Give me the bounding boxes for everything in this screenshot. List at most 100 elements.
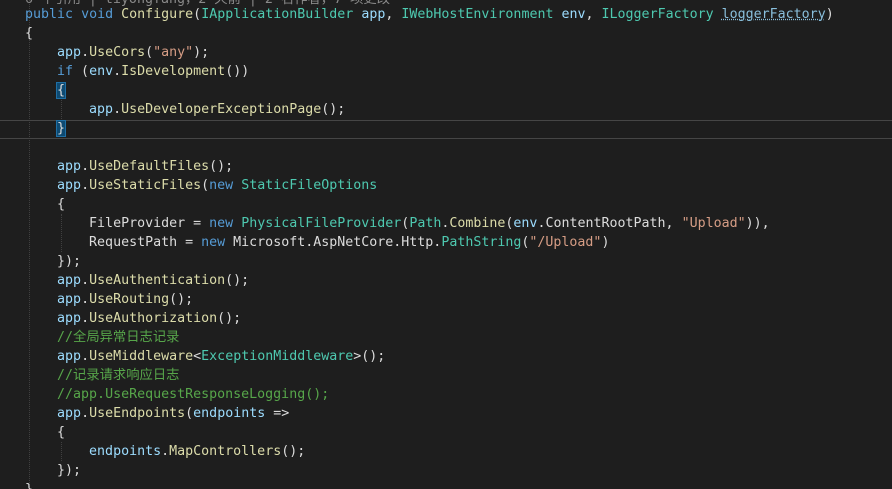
- code-token: UseEndpoints: [89, 406, 186, 421]
- code-line[interactable]: app.UseStaticFiles(new StaticFileOptions: [25, 176, 377, 195]
- code-line[interactable]: {: [25, 81, 67, 100]
- code-token: });: [25, 463, 82, 478]
- code-token: (: [185, 406, 194, 421]
- code-token: UseRouting: [89, 292, 170, 307]
- code-token: void: [81, 7, 114, 22]
- code-token: //app.UseRequestResponseLogging();: [57, 387, 330, 402]
- code-token: ILoggerFactory: [601, 7, 714, 22]
- code-token: UseDeveloperExceptionPage: [121, 102, 322, 117]
- code-token: .ContentRootPath,: [537, 216, 682, 231]
- code-token: app: [57, 178, 82, 193]
- code-line[interactable]: //全局异常日志记录: [25, 328, 179, 347]
- code-token: UseDefaultFiles: [89, 159, 210, 174]
- code-token: IsDevelopment: [121, 64, 226, 79]
- code-token: .: [113, 64, 122, 79]
- code-token: app: [57, 311, 82, 326]
- code-token: .: [113, 102, 122, 117]
- code-token: .: [81, 311, 90, 326]
- code-token: Path: [409, 216, 442, 231]
- code-token: UseStaticFiles: [89, 178, 202, 193]
- code-line[interactable]: app.UseEndpoints(endpoints =>: [25, 404, 289, 423]
- code-token: )),: [745, 216, 770, 231]
- code-token: <: [193, 349, 202, 364]
- code-token: app: [361, 7, 386, 22]
- code-line[interactable]: app.UseAuthorization();: [25, 309, 241, 328]
- code-token: app: [57, 406, 82, 421]
- code-line[interactable]: //app.UseRequestResponseLogging();: [25, 385, 329, 404]
- code-token: (: [201, 178, 210, 193]
- code-token: Combine: [449, 216, 506, 231]
- code-token: UseCors: [89, 45, 146, 60]
- code-line[interactable]: {: [25, 24, 33, 43]
- code-token: ): [601, 235, 610, 250]
- code-line[interactable]: app.UseAuthentication();: [25, 271, 249, 290]
- code-token: (: [193, 7, 202, 22]
- code-token: "Upload": [681, 216, 746, 231]
- code-token: .: [81, 273, 90, 288]
- code-line[interactable]: });: [25, 252, 81, 271]
- code-token: env: [89, 64, 114, 79]
- code-line[interactable]: endpoints.MapControllers();: [25, 442, 305, 461]
- code-token: MapControllers: [169, 444, 282, 459]
- code-token: ): [825, 7, 834, 22]
- code-line[interactable]: //记录请求响应日志: [25, 366, 179, 385]
- code-token: ,: [385, 7, 402, 22]
- code-line[interactable]: });: [25, 461, 81, 480]
- code-token: ();: [321, 102, 346, 117]
- code-line[interactable]: app.UseCors("any");: [25, 43, 209, 62]
- code-line[interactable]: app.UseDefaultFiles();: [25, 157, 233, 176]
- code-token: ();: [209, 159, 234, 174]
- code-editor[interactable]: 6 个引用 | tiyongfang，2 天前 | 2 名作者，7 项更改 pu…: [0, 0, 892, 489]
- code-token: }: [25, 482, 33, 489]
- code-line[interactable]: }: [25, 119, 67, 138]
- code-line[interactable]: {: [25, 195, 65, 214]
- code-token: ExceptionMiddleware: [201, 349, 354, 364]
- code-line[interactable]: FileProvider = new PhysicalFileProvider(…: [25, 214, 770, 233]
- code-token: ();: [225, 273, 250, 288]
- code-token: endpoints: [193, 406, 266, 421]
- code-token: if: [57, 64, 74, 79]
- current-line-highlight: [0, 120, 892, 139]
- code-token: env: [561, 7, 586, 22]
- code-token: app: [57, 159, 82, 174]
- code-token: "any": [153, 45, 194, 60]
- code-token: UseAuthentication: [89, 273, 226, 288]
- code-token: env: [513, 216, 538, 231]
- code-line[interactable]: app.UseRouting();: [25, 290, 193, 309]
- code-token: });: [25, 254, 82, 269]
- code-token: >();: [353, 349, 386, 364]
- code-token: app: [57, 273, 82, 288]
- code-line[interactable]: app.UseMiddleware<ExceptionMiddleware>()…: [25, 347, 385, 366]
- code-token: UseMiddleware: [89, 349, 194, 364]
- code-token: app: [57, 292, 82, 307]
- code-token: app: [57, 45, 82, 60]
- code-token: {: [25, 26, 34, 41]
- code-token: FileProvider =: [89, 216, 210, 231]
- code-line[interactable]: public void Configure(IApplicationBuilde…: [25, 5, 834, 24]
- code-line[interactable]: if (env.IsDevelopment()): [25, 62, 249, 81]
- code-token: endpoints: [89, 444, 162, 459]
- code-line[interactable]: app.UseDeveloperExceptionPage();: [25, 100, 345, 119]
- code-token: =>: [265, 406, 290, 421]
- code-line[interactable]: {: [25, 423, 65, 442]
- code-token: StaticFileOptions: [241, 178, 378, 193]
- code-token: (: [145, 45, 154, 60]
- code-token: IApplicationBuilder: [201, 7, 354, 22]
- code-line[interactable]: RequestPath = new Microsoft.AspNetCore.H…: [25, 233, 609, 252]
- code-line[interactable]: }: [25, 480, 33, 489]
- code-token: }: [56, 120, 67, 137]
